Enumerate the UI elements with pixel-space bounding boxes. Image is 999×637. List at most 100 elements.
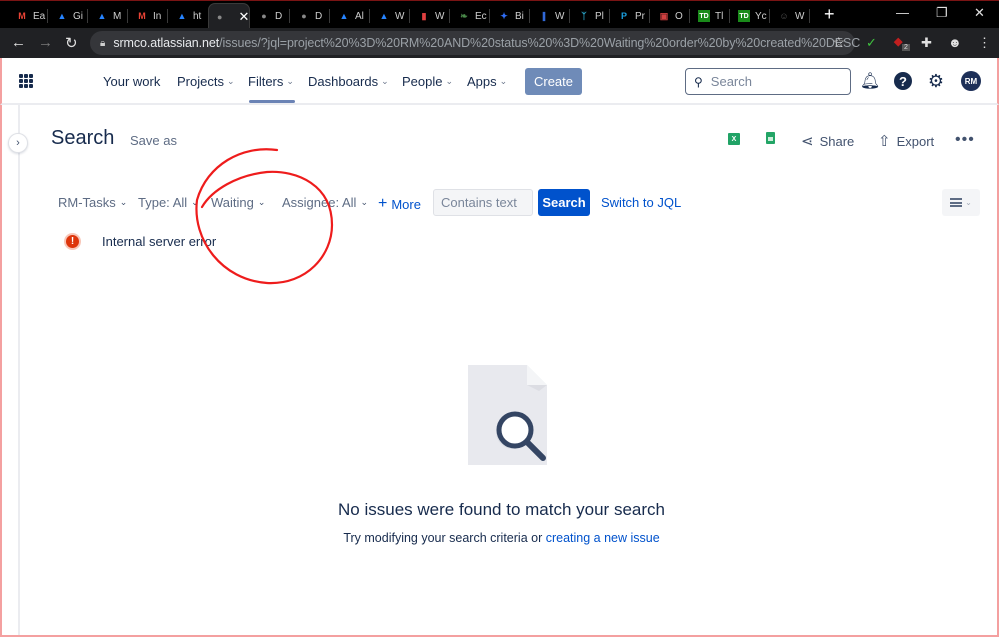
browser-tab[interactable]: ● ✕ xyxy=(208,3,250,29)
browser-tab[interactable]: ☺ W xyxy=(770,5,810,27)
document-icon: ▮ xyxy=(421,10,427,21)
export-icon: ⇧ xyxy=(878,133,891,150)
chevron-right-icon: › xyxy=(16,137,20,149)
browser-tab[interactable]: ▲ Gi xyxy=(48,5,88,27)
browser-tab[interactable]: M Ea xyxy=(8,5,48,27)
nav-filters[interactable]: Filters ⌄ xyxy=(248,74,294,89)
browser-tab[interactable]: ● D xyxy=(290,5,330,27)
global-search[interactable]: ⚲ xyxy=(685,68,851,95)
share-button[interactable]: ⋖ Share xyxy=(801,132,854,150)
back-icon[interactable]: ← xyxy=(11,34,26,51)
chevron-down-icon: ⌄ xyxy=(119,197,128,207)
list-view-icon xyxy=(950,198,963,207)
app-switcher-icon[interactable] xyxy=(19,74,33,88)
excel-export-icon[interactable]: X xyxy=(728,133,740,145)
chevron-down-icon: ⌄ xyxy=(445,76,454,86)
browser-tab[interactable]: ✦ Bi xyxy=(490,5,530,27)
settings-gear-icon[interactable]: ⚙ xyxy=(926,71,946,91)
tower-icon: ᛉ xyxy=(581,11,587,21)
expand-sidebar-button[interactable]: › xyxy=(8,133,28,153)
browser-tab[interactable]: ❧ Ec xyxy=(450,5,490,27)
nav-apps[interactable]: Apps ⌄ xyxy=(467,74,507,89)
tab-label: D xyxy=(315,10,323,22)
switch-to-jql-link[interactable]: Switch to JQL xyxy=(601,195,681,210)
forward-icon[interactable]: → xyxy=(38,34,53,51)
page-title: Search xyxy=(51,127,115,149)
browser-tab[interactable]: P Pr xyxy=(610,5,650,27)
browser-tab[interactable]: ● D xyxy=(250,5,290,27)
create-issue-link[interactable]: creating a new issue xyxy=(546,531,660,545)
filter-label: Waiting xyxy=(211,195,254,210)
person-icon: ☺ xyxy=(779,11,789,21)
export-button[interactable]: ⇧ Export xyxy=(878,132,934,150)
plus-icon: + xyxy=(378,195,388,212)
bookmark-star-icon[interactable]: ☆ xyxy=(832,34,845,51)
atlassian-icon: ▲ xyxy=(339,11,349,21)
wave-icon: ∥ xyxy=(541,10,547,21)
menu-kebab-icon[interactable]: ⋮ xyxy=(978,35,991,51)
nav-label: Filters xyxy=(248,74,284,89)
search-input[interactable] xyxy=(710,74,831,89)
extension-badge: 2 xyxy=(902,44,910,51)
save-as-button[interactable]: Save as xyxy=(130,133,177,148)
minimize-button[interactable]: — xyxy=(896,5,909,20)
nav-label: People xyxy=(402,74,443,89)
project-filter[interactable]: RM-Tasks ⌄ xyxy=(58,195,127,210)
create-button[interactable]: Create xyxy=(525,68,582,95)
browser-tab[interactable]: ∥ W xyxy=(530,5,570,27)
browser-tab[interactable]: TD Yc xyxy=(730,5,770,27)
tab-label: Ec xyxy=(475,10,487,22)
profile-icon[interactable]: ☻ xyxy=(948,35,962,50)
search-button[interactable]: Search xyxy=(538,189,590,216)
nav-dashboards[interactable]: Dashboards ⌄ xyxy=(308,74,389,89)
check-extension-icon[interactable]: ✓ xyxy=(866,35,877,51)
browser-tab[interactable]: M In xyxy=(128,5,168,27)
browser-tab[interactable]: TD Tl xyxy=(690,5,730,27)
browser-tab[interactable]: ▲ W xyxy=(370,5,410,27)
tab-label: Pl xyxy=(595,10,604,22)
view-toggle-button[interactable]: ⌄ xyxy=(942,189,980,216)
error-icon: ! xyxy=(64,233,81,250)
more-actions-icon[interactable]: ••• xyxy=(955,131,975,149)
new-tab-button[interactable]: + xyxy=(824,4,835,25)
browser-tab[interactable]: ▲ M xyxy=(88,5,128,27)
reload-icon[interactable]: ↻ xyxy=(65,34,78,52)
error-text: Internal server error xyxy=(102,234,217,249)
chevron-down-icon: ⌄ xyxy=(286,76,294,86)
close-window-button[interactable]: ✕ xyxy=(974,5,985,21)
more-filters-button[interactable]: + More xyxy=(378,195,421,213)
chevron-down-icon: ⌄ xyxy=(381,76,389,86)
chevron-down-icon: ⌄ xyxy=(226,76,235,86)
assignee-filter[interactable]: Assignee: All ⌄ xyxy=(282,195,368,210)
tab-label: W xyxy=(555,10,565,22)
close-tab-icon[interactable]: ✕ xyxy=(238,9,249,25)
chevron-down-icon: ⌄ xyxy=(191,197,199,207)
avatar[interactable]: RM xyxy=(961,71,981,91)
browser-tab[interactable]: ▮ W xyxy=(410,5,450,27)
nav-your-work[interactable]: Your work xyxy=(103,74,160,89)
leaf-icon: ❧ xyxy=(460,10,468,21)
nav-people[interactable]: People ⌄ xyxy=(402,74,453,89)
contains-text-input[interactable] xyxy=(433,189,533,216)
issue-search-page: › Search Save as X ⋖ Share ⇧ Export ••• … xyxy=(0,105,999,637)
browser-tab[interactable]: ▲ Al xyxy=(330,5,370,27)
status-filter[interactable]: Waiting ⌄ xyxy=(211,195,265,210)
help-icon[interactable]: ? xyxy=(894,72,912,90)
tab-separator xyxy=(809,9,810,23)
notifications-bell-icon[interactable]: 🔔︎ xyxy=(860,71,880,91)
restore-button[interactable]: ❐ xyxy=(936,5,948,21)
nav-projects[interactable]: Projects ⌄ xyxy=(177,74,235,89)
browser-tab[interactable]: ᛉ Pl xyxy=(570,5,610,27)
tab-label: D xyxy=(275,10,283,22)
tab-label: Gi xyxy=(73,10,83,22)
gmail-icon: M xyxy=(18,11,26,21)
puzzle-icon[interactable]: ✚ xyxy=(921,35,932,51)
url-input[interactable]: 🔒︎ srmco.atlassian.net/issues/?jql=proje… xyxy=(90,31,860,55)
google-sheets-icon[interactable] xyxy=(766,132,775,144)
tab-label: W xyxy=(435,10,445,22)
browser-tab[interactable]: ▣ O xyxy=(650,5,690,27)
type-filter[interactable]: Type: All ⌄ xyxy=(138,195,199,210)
browser-tab[interactable]: ▲ ht xyxy=(168,5,208,27)
tab-label: O xyxy=(675,10,683,22)
sparkle-icon: ✦ xyxy=(500,10,508,21)
